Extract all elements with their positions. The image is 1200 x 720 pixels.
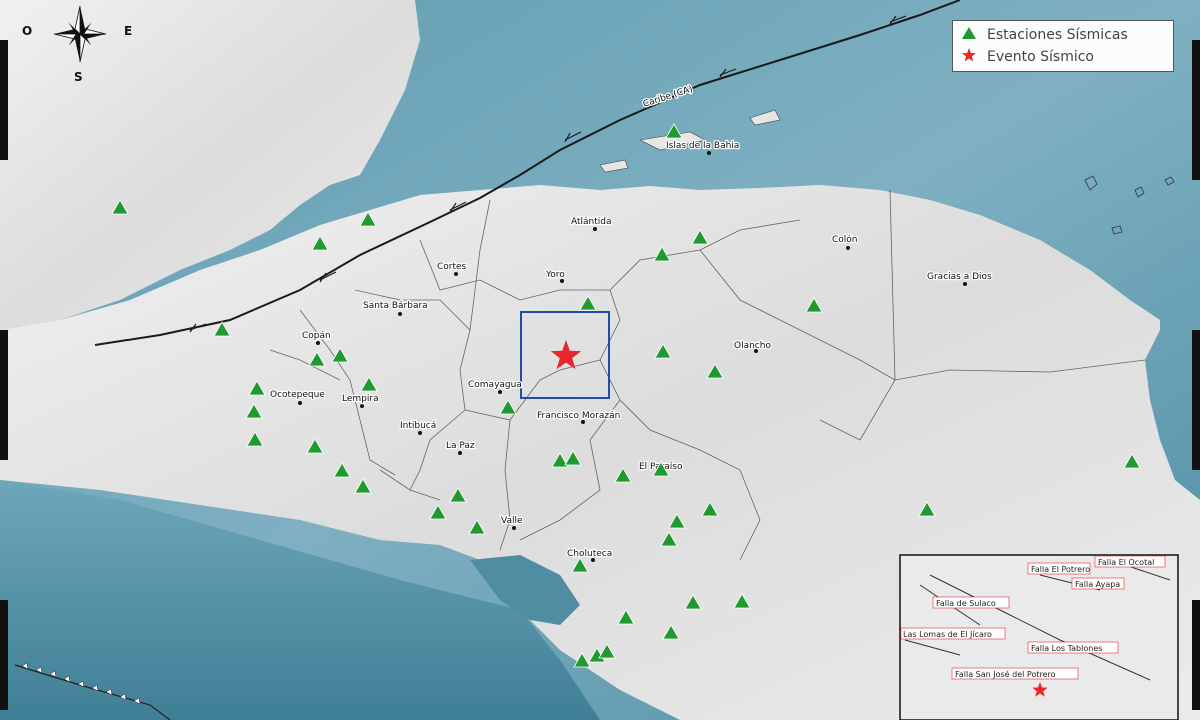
compass-rose-icon [53,5,107,63]
place-francisco-morazan: Francisco Morazán [537,411,620,421]
seismic-station-map: Caribe (CA) Islas de la Bahia Atlántida … [0,0,1200,720]
triangle-icon [961,26,987,44]
place-colon: Colón [832,234,858,245]
fault-el-potrero: Falla El Potrero [1031,565,1090,574]
place-valle: Valle [501,516,523,526]
place-ocotepeque: Ocotepeque [270,390,325,400]
star-icon [961,47,987,67]
legend-row-stations: Estaciones Sísmicas [961,24,1165,46]
map-legend: Estaciones Sísmicas Evento Sísmico [952,20,1174,72]
place-olancho: Olancho [734,341,771,351]
fault-san-jose: Falla San José del Potrero [955,669,1056,679]
compass-south-letter: S [74,70,83,84]
legend-stations-label: Estaciones Sísmicas [987,27,1128,43]
place-lempira: Lempira [342,394,379,404]
fault-sulaco: Falla de Sulaco [936,599,996,608]
compass-rose: O E S [18,4,138,86]
place-choluteca: Choluteca [567,549,612,559]
place-intibuca: Intibucá [400,421,436,431]
place-islas: Islas de la Bahia [666,141,739,151]
fault-ayapa: Falla Ayapa [1075,580,1120,589]
place-yoro: Yoro [545,270,565,280]
place-santa-barbara: Santa Bárbara [363,301,428,311]
fault-lomas: Las Lomas de El Jícaro [903,630,992,639]
fault-tablones: Falla Los Tablones [1031,644,1102,653]
fault-el-ocotal: Falla El Ocotal [1098,558,1154,567]
place-copan: Copán [302,331,331,341]
compass-west-letter: O [22,24,33,38]
place-gracias: Gracias a Dios [927,272,992,282]
inset-fault-map: Falla El Ocotal Falla El Potrero Falla A… [899,554,1179,720]
legend-event-label: Evento Sísmico [987,49,1094,65]
place-la-paz: La Paz [446,441,475,451]
compass-east-letter: E [124,24,133,38]
place-comayagua: Comayagua [468,380,522,390]
legend-row-event: Evento Sísmico [961,46,1165,68]
place-atlantida: Atlántida [571,217,612,227]
place-cortes: Cortes [437,262,467,272]
